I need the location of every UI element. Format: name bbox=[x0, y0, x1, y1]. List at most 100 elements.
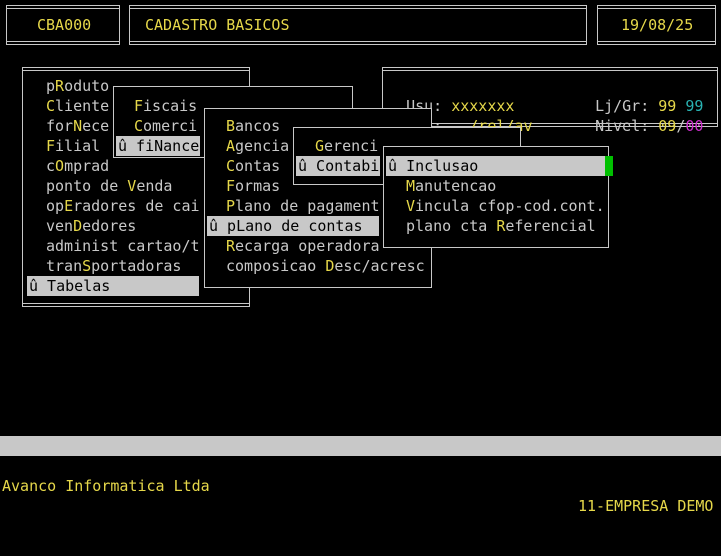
financeiro-menu-item-7-pre: composicao bbox=[226, 257, 326, 275]
financeiro-menu-item-6-post: ecarga operadora bbox=[235, 237, 380, 255]
contabil-menu-item-2-key: V bbox=[406, 197, 416, 215]
nivel-value-1: 09 bbox=[658, 117, 677, 135]
financeiro-menu-item-6-key: R bbox=[226, 237, 236, 255]
main-menu-item-2-pre: for bbox=[46, 117, 74, 135]
main-menu-item-3-post: ilial bbox=[55, 137, 101, 155]
main-menu-item-5-post: enda bbox=[136, 177, 173, 195]
main-menu-item-8-pre: administ cartao/t bbox=[46, 237, 200, 255]
financeiro-menu-item-5[interactable]: û pLano de contas bbox=[207, 216, 379, 236]
financeiro-menu-item-4-key: P bbox=[226, 197, 236, 215]
financeiro-menu-item-7[interactable]: composicao Desc/acresc bbox=[207, 256, 425, 276]
financeiro-menu-item-3-post: ormas bbox=[235, 177, 281, 195]
f9-calc-key[interactable]: F9:Calc bbox=[649, 536, 712, 556]
nivel-row: Nivel: 09/00 bbox=[577, 96, 703, 136]
function-key-bar: F2:Filial F3:Consultas F4:Utilitarios F8… bbox=[0, 436, 721, 555]
financeiro-menu-item-1-post: gencia bbox=[235, 137, 290, 155]
tabelas-menu-item-1-key: C bbox=[134, 117, 144, 135]
main-menu-item-6-pre: op bbox=[46, 197, 65, 215]
main-menu-item-0-post: oduto bbox=[64, 77, 110, 95]
financeiro-menu-item-5-pre: û p bbox=[209, 217, 237, 235]
financeiro-menu-item-5-post: ano de contas bbox=[245, 217, 363, 235]
main-menu-item-0-pre: p bbox=[46, 77, 56, 95]
tabelas-menu-item-0-post: iscais bbox=[143, 97, 198, 115]
nivel-value-2: 00 bbox=[685, 117, 704, 135]
contabil-menu-item-3-pre: plano cta bbox=[406, 217, 497, 235]
company-name: Avanco Informatica Ltda bbox=[2, 477, 210, 495]
plano-menu-item-0-post: erenci bbox=[324, 137, 379, 155]
contabil-menu-item-3-key: R bbox=[496, 217, 506, 235]
contabil-menu-item-3-post: eferencial bbox=[505, 217, 596, 235]
main-menu-item-9-key: S bbox=[82, 257, 92, 275]
tabelas-menu-item-0-key: F bbox=[134, 97, 144, 115]
nivel-label: Nivel: bbox=[595, 117, 650, 135]
main-menu-item-3-key: F bbox=[46, 137, 56, 155]
main-menu-item-6-post: radores de cai bbox=[73, 197, 200, 215]
main-menu-item-9-pre: tran bbox=[46, 257, 83, 275]
main-menu-item-2-post: ece bbox=[82, 117, 110, 135]
contabil-menu-item-1-post: anutencao bbox=[415, 177, 497, 195]
financeiro-menu-item-0-post: ancos bbox=[235, 117, 281, 135]
main-menu-item-7[interactable]: venDedores bbox=[27, 216, 199, 236]
f8-visualiza-key[interactable]: F8:Visualiza bbox=[514, 516, 622, 536]
main-menu-item-2-key: N bbox=[73, 117, 83, 135]
main-menu-item-4-pre: c bbox=[46, 157, 56, 175]
main-menu-item-9[interactable]: tranSportadoras bbox=[27, 256, 199, 276]
financeiro-menu-item-1-key: A bbox=[226, 137, 236, 155]
main-menu-item-1-key: C bbox=[46, 97, 56, 115]
main-menu-item-4-key: O bbox=[55, 157, 65, 175]
contabil-menu-item-3[interactable]: plano cta Referencial bbox=[386, 216, 605, 236]
tabelas-menu-item-2[interactable]: û fiNance bbox=[116, 136, 200, 156]
tabelas-menu-item-2-key: N bbox=[154, 137, 164, 155]
status-bar: Avanco Informatica Ltda 11-EMPRESA DEMO bbox=[0, 456, 721, 515]
contabil-menu-item-0[interactable]: û Inclusao bbox=[386, 156, 605, 176]
f4-utilitarios-key[interactable]: F4:Utilitarios bbox=[352, 496, 478, 516]
program-code: CBA000 bbox=[37, 16, 92, 34]
main-menu-item-4-post: mprad bbox=[64, 157, 110, 175]
tabelas-menu-item-0[interactable]: Fiscais bbox=[116, 96, 200, 116]
text-cursor bbox=[605, 156, 613, 176]
main-menu-item-9-post: portadoras bbox=[91, 257, 182, 275]
plano-menu-item-0[interactable]: Gerenci bbox=[296, 136, 380, 156]
financeiro-menu-item-2-post: ontas bbox=[235, 157, 281, 175]
main-menu-item-0-key: R bbox=[55, 77, 65, 95]
main-menu-item-6-key: E bbox=[64, 197, 74, 215]
tabelas-menu-item-1-post: omerci bbox=[143, 117, 198, 135]
main-menu-item-7-pre: ven bbox=[46, 217, 74, 235]
financeiro-menu-item-4[interactable]: Plano de pagament bbox=[207, 196, 380, 216]
financeiro-menu-item-4-post: lano de pagament bbox=[235, 197, 380, 215]
main-menu-item-5-pre: ponto de bbox=[46, 177, 128, 195]
empresa-label: 11-EMPRESA DEMO bbox=[578, 497, 714, 515]
f3-consultas-key[interactable]: F3:Consultas bbox=[208, 476, 316, 496]
financeiro-menu-item-0-key: B bbox=[226, 117, 236, 135]
contabil-menu-item-2-post: incula cfop-cod.cont. bbox=[415, 197, 605, 215]
contabil-menu-item-0-key: I bbox=[406, 157, 416, 175]
date: 19/08/25 bbox=[621, 16, 694, 34]
plano-menu-item-1-pre: û Contabi bbox=[298, 157, 380, 175]
screen-title: CADASTRO BASICOS bbox=[145, 16, 290, 34]
main-menu-item-4[interactable]: cOmprad bbox=[27, 156, 199, 176]
main-menu-item-5[interactable]: ponto de Venda bbox=[27, 176, 199, 196]
main-menu-item-8[interactable]: administ cartao/t bbox=[27, 236, 200, 256]
contabil-menu-item-0-pre: û bbox=[388, 157, 407, 175]
contabil-menu-item-1-key: M bbox=[406, 177, 416, 195]
financeiro-menu-item-5-key: L bbox=[236, 217, 246, 235]
plano-menu-item-0-key: G bbox=[315, 137, 325, 155]
main-menu-item-6[interactable]: opEradores de cai bbox=[27, 196, 200, 216]
main-menu-item-5-key: V bbox=[127, 177, 137, 195]
financeiro-menu-item-3-key: F bbox=[226, 177, 236, 195]
financeiro-menu-item-2-key: C bbox=[226, 157, 236, 175]
main-menu-item-1-post: liente bbox=[55, 97, 110, 115]
main-menu-item-10[interactable]: û Tabelas bbox=[27, 276, 199, 296]
contabil-menu-item-0-post: nclusao bbox=[415, 157, 479, 175]
tabelas-menu-item-2-post: ance bbox=[163, 137, 200, 155]
contabil-menu-item-2[interactable]: Vincula cfop-cod.cont. bbox=[386, 196, 605, 216]
main-menu-item-10-pre: û Tabelas bbox=[29, 277, 111, 295]
tabelas-menu-item-2-pre: û fi bbox=[118, 137, 155, 155]
financeiro-menu-item-7-post: esc/acresc bbox=[334, 257, 425, 275]
financeiro-menu-item-6[interactable]: Recarga operadora bbox=[207, 236, 380, 256]
main-menu-item-7-key: D bbox=[73, 217, 83, 235]
contabil-menu-item-1[interactable]: Manutencao bbox=[386, 176, 605, 196]
tabelas-menu-item-1[interactable]: Comerci bbox=[116, 116, 200, 136]
main-menu-item-7-post: edores bbox=[82, 217, 137, 235]
plano-menu-item-1[interactable]: û Contabi bbox=[296, 156, 380, 176]
